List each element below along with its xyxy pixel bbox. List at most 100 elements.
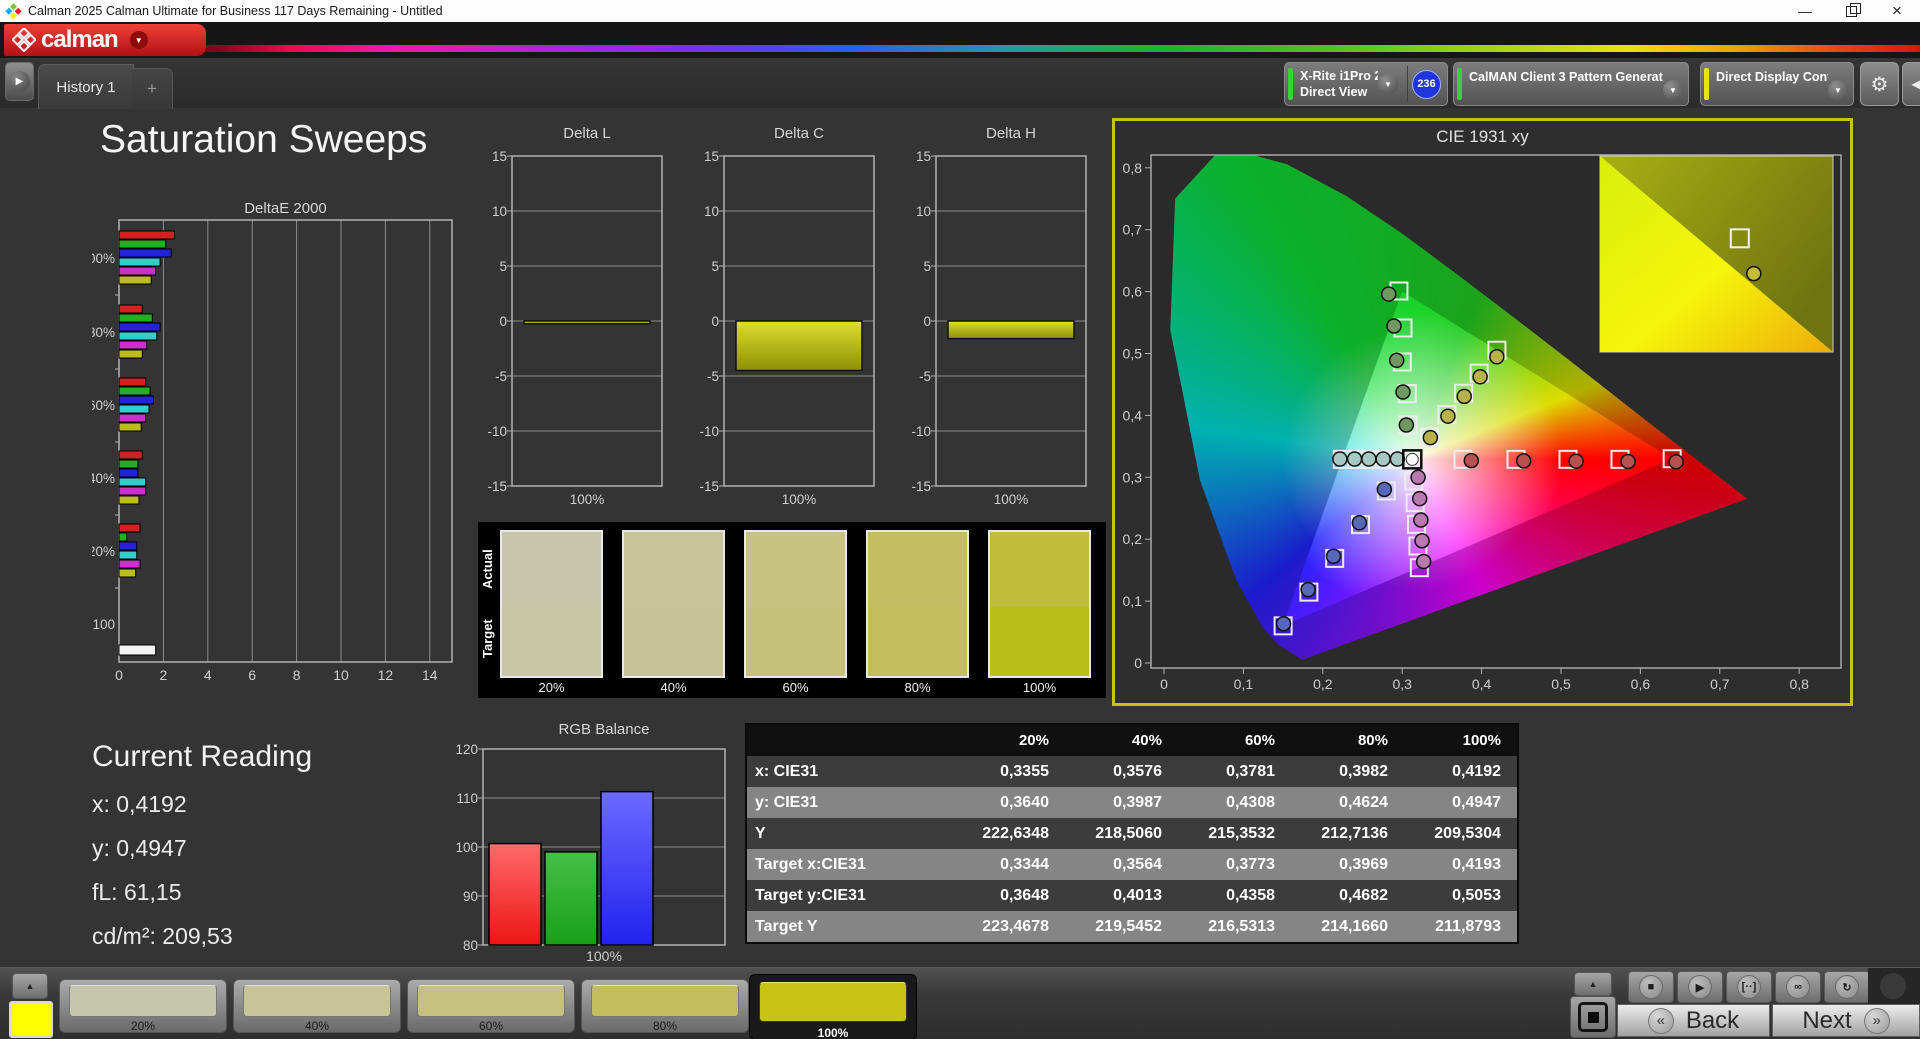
table-cell: 0,3982 xyxy=(1291,756,1404,787)
expand-transport-panel-button[interactable]: ▲ xyxy=(1574,972,1612,996)
table-row: Target y:CIE310,36480,40130,43580,46820,… xyxy=(746,880,1518,911)
patch-label: 40% xyxy=(234,1019,400,1033)
meter-dropdown[interactable]: X-Rite i1Pro 2 Direct View ▼ 236 xyxy=(1284,62,1448,106)
deltae-2000-chart: DeltaE 200002468101214100%80%60%40%20%10… xyxy=(92,200,460,692)
patch-color xyxy=(243,985,391,1017)
svg-text:0,8: 0,8 xyxy=(1789,676,1809,692)
table-cell: 0,3344 xyxy=(952,849,1065,880)
svg-text:80: 80 xyxy=(463,938,478,953)
rgb-balance-chart: RGB Balance1201101009080100% xyxy=(443,718,743,968)
table-row: Y222,6348218,5060215,3532212,7136209,530… xyxy=(746,818,1518,849)
continuous-button[interactable]: ∞ xyxy=(1775,971,1821,1003)
svg-text:0: 0 xyxy=(923,314,931,329)
stop-square-icon xyxy=(1578,1002,1608,1032)
minimize-button[interactable]: — xyxy=(1782,0,1828,22)
swatch-100% xyxy=(988,530,1091,678)
next-label: Next xyxy=(1802,1007,1851,1035)
expand-patch-panel-button[interactable]: ▲ xyxy=(12,973,48,999)
brand-name: calman xyxy=(41,26,118,54)
svg-text:Delta L: Delta L xyxy=(563,125,611,142)
refresh-button[interactable]: ↻ xyxy=(1824,971,1870,1003)
refresh-icon: ↻ xyxy=(1835,975,1859,999)
tab-history-1[interactable]: History 1 xyxy=(38,64,134,109)
layout-nav-button[interactable]: ▶ xyxy=(5,62,34,101)
saturation-patch-80%[interactable]: 80% xyxy=(581,979,749,1033)
restore-button[interactable] xyxy=(1828,0,1874,22)
quick-color-swatch[interactable] xyxy=(9,1001,53,1038)
display-control-dropdown[interactable]: Direct Display Control ▼ xyxy=(1700,62,1854,106)
swatch-label: 80% xyxy=(866,680,969,695)
triangle-up-icon: ▲ xyxy=(26,981,35,991)
patch-color xyxy=(69,985,217,1017)
calman-menu-button[interactable]: calman ▼ xyxy=(4,24,206,56)
reading-x: x: 0,4192 xyxy=(92,791,312,818)
table-cell: 0,3987 xyxy=(1065,787,1178,818)
settings-button[interactable]: ⚙ xyxy=(1860,62,1899,106)
window-title: Calman 2025 Calman Ultimate for Business… xyxy=(28,4,443,18)
svg-text:0,3: 0,3 xyxy=(1392,676,1412,692)
svg-text:-15: -15 xyxy=(699,479,719,494)
close-button[interactable]: × xyxy=(1874,0,1920,22)
row-label: Y xyxy=(746,818,952,849)
svg-text:14: 14 xyxy=(422,667,438,683)
saturation-patch-20%[interactable]: 20% xyxy=(59,979,227,1033)
chevron-left-icon: ◀ xyxy=(1911,77,1920,91)
stop-icon: ■ xyxy=(1639,975,1663,999)
actual-target-swatch-strip: Actual Target 20%40%60%80%100% xyxy=(478,522,1106,698)
single-measure-button[interactable]: [··] xyxy=(1726,971,1772,1003)
cie-1931-panel[interactable]: CIE 1931 xy 00,10,20,30,40,50,60,70,800,… xyxy=(1112,118,1853,706)
svg-text:Delta H: Delta H xyxy=(986,125,1036,142)
add-tab-button[interactable]: + xyxy=(132,68,173,109)
svg-text:100%: 100% xyxy=(92,251,115,266)
current-reading-panel: Current Reading x: 0,4192y: 0,4947fL: 61… xyxy=(92,740,312,950)
table-cell: 0,3640 xyxy=(952,787,1065,818)
svg-text:80%: 80% xyxy=(92,325,115,340)
stop-button[interactable]: ■ xyxy=(1628,971,1674,1003)
current-reading-title: Current Reading xyxy=(92,740,312,774)
table-cell: 0,4192 xyxy=(1404,756,1518,787)
saturation-patch-100%[interactable]: 100% xyxy=(749,974,917,1039)
swatch-80% xyxy=(866,530,969,678)
meter-name: X-Rite i1Pro 2 xyxy=(1300,69,1378,83)
table-cell: 0,4358 xyxy=(1178,880,1291,911)
play-button[interactable]: ▶ xyxy=(1677,971,1723,1003)
stop-measure-button[interactable] xyxy=(1570,996,1616,1038)
row-label: x: CIE31 xyxy=(746,756,952,787)
svg-text:-5: -5 xyxy=(495,369,507,384)
table-cell: 215,3532 xyxy=(1178,818,1291,849)
table-cell: 218,5060 xyxy=(1065,818,1178,849)
pattern-generator-dropdown[interactable]: CalMAN Client 3 Pattern Generator ▼ xyxy=(1453,62,1689,106)
rainbow-strip xyxy=(205,45,1920,52)
table-cell: 0,3355 xyxy=(952,756,1065,787)
collapse-panel-button[interactable]: ◀ xyxy=(1902,62,1920,106)
svg-text:0: 0 xyxy=(1134,655,1142,671)
swatch-60% xyxy=(744,530,847,678)
table-cell: 0,3781 xyxy=(1178,756,1291,787)
row-label: Target y:CIE31 xyxy=(746,880,952,911)
svg-text:Delta C: Delta C xyxy=(774,125,824,142)
svg-text:10: 10 xyxy=(916,204,931,219)
reading-fL: fL: 61,15 xyxy=(92,879,312,906)
table-cell: 0,3969 xyxy=(1291,849,1404,880)
back-button[interactable]: « Back xyxy=(1617,1004,1770,1037)
saturation-patch-40%[interactable]: 40% xyxy=(233,979,401,1033)
swatch-label: 20% xyxy=(500,680,603,695)
page-title: Saturation Sweeps xyxy=(100,118,427,162)
row-label: Target x:CIE31 xyxy=(746,849,952,880)
saturation-patch-60%[interactable]: 60% xyxy=(407,979,575,1033)
table-cell: 0,3773 xyxy=(1178,849,1291,880)
current-reading-values: x: 0,4192y: 0,4947fL: 61,15cd/m²: 209,53 xyxy=(92,791,312,950)
play-icon: ▶ xyxy=(9,71,30,92)
svg-text:20%: 20% xyxy=(92,544,115,559)
back-label: Back xyxy=(1686,1007,1739,1035)
svg-text:0,3: 0,3 xyxy=(1123,469,1143,485)
svg-text:120: 120 xyxy=(455,742,478,757)
patch-label: 100% xyxy=(750,1026,916,1039)
next-button[interactable]: Next » xyxy=(1772,1004,1920,1037)
table-cell: 0,3648 xyxy=(952,880,1065,911)
app-icon xyxy=(5,3,22,20)
svg-text:5: 5 xyxy=(499,259,507,274)
svg-text:10: 10 xyxy=(704,204,719,219)
svg-text:40%: 40% xyxy=(92,471,115,486)
svg-text:5: 5 xyxy=(923,259,931,274)
